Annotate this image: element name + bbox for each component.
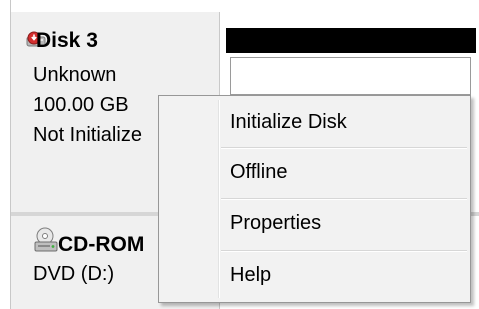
menu-item-label: Help	[230, 264, 272, 286]
context-menu: Initialize Disk Offline Properties Help	[158, 95, 471, 303]
menu-item-label: Properties	[230, 212, 322, 234]
disk-size: 100.00 GB	[33, 94, 129, 116]
disk-status: Not Initialize	[33, 124, 142, 146]
cdrom-title: CD-ROM	[58, 233, 145, 256]
menu-separator	[221, 198, 467, 200]
menu-item-properties[interactable]: Properties	[161, 201, 468, 249]
disk-title: Disk 3	[36, 29, 98, 52]
cdrom-drive-label: DVD (D:)	[33, 263, 115, 285]
menu-item-label: Offline	[230, 161, 288, 183]
menu-item-label: Initialize Disk	[230, 111, 347, 133]
cdrom-icon	[34, 222, 60, 254]
menu-item-initialize-disk[interactable]: Initialize Disk	[161, 100, 468, 148]
partition-header-bar[interactable]	[226, 28, 476, 53]
top-frame	[0, 0, 479, 12]
menu-separator	[221, 250, 467, 252]
disk-type: Unknown	[33, 64, 117, 86]
left-frame	[0, 0, 11, 309]
menu-item-help[interactable]: Help	[161, 253, 468, 301]
unallocated-partition[interactable]	[230, 57, 471, 95]
disk-management-view: Disk 3 Unknown 100.00 GB Not Initialize …	[0, 0, 479, 309]
menu-separator	[221, 147, 467, 149]
menu-item-offline[interactable]: Offline	[161, 150, 468, 198]
